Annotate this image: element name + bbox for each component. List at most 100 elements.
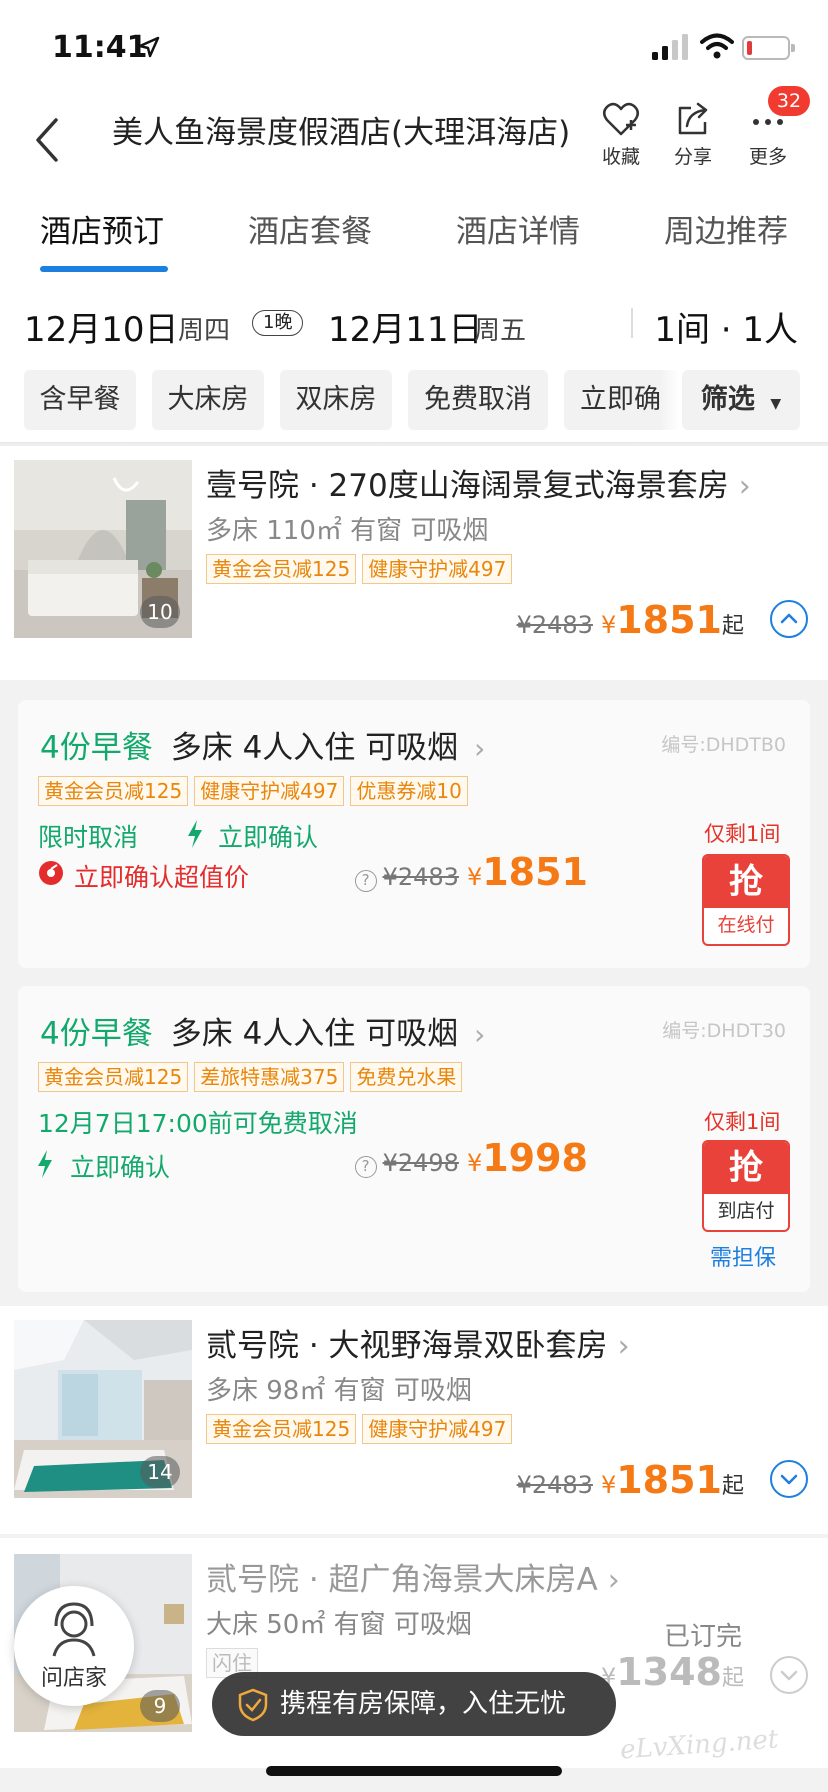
tab-hotel-details[interactable]: 酒店详情 xyxy=(456,206,580,251)
room-photo[interactable]: 14 xyxy=(14,1320,192,1498)
currency-symbol: ¥ xyxy=(466,1149,483,1177)
filter-twin-bed[interactable]: 双床房 xyxy=(280,370,392,430)
filter-free-cancel[interactable]: 免费取消 xyxy=(408,370,548,430)
rooms-left: 仅剩1间 xyxy=(704,1110,781,1134)
page-title: 美人鱼海景度假酒店(大理洱海店) xyxy=(112,115,571,151)
filter-breakfast[interactable]: 含早餐 xyxy=(24,370,136,430)
price-suffix: 起 xyxy=(721,1474,744,1499)
room-photo[interactable]: 10 xyxy=(14,460,192,638)
package-title: 4份早餐 多床 4人入住 可吸烟 › xyxy=(40,722,485,767)
tab-hotel-package[interactable]: 酒店套餐 xyxy=(248,206,372,251)
payment-type: 在线付 xyxy=(717,914,775,936)
share-icon xyxy=(678,102,708,135)
room-card[interactable]: 14 贰号院 · 大视野海景双卧套房 › 多床 98㎡ 有窗 可吸烟 黄金会员减1… xyxy=(0,1306,828,1534)
current-price: 1851 xyxy=(482,850,588,894)
rooms-guests-selector[interactable]: 1间 · 1人 xyxy=(654,302,798,351)
book-button[interactable]: 抢 到店付 xyxy=(702,1140,790,1232)
expand-button[interactable] xyxy=(770,1460,808,1498)
chevron-down-icon xyxy=(780,1670,798,1681)
book-button[interactable]: 抢 在线付 xyxy=(702,854,790,946)
help-icon: ? xyxy=(354,869,377,892)
promo-tag: 黄金会员减125 xyxy=(206,554,357,584)
package-title: 4份早餐 多床 4人入住 可吸烟 › xyxy=(40,1008,485,1053)
promo-tag: 健康守护减497 xyxy=(362,1414,513,1444)
price-suffix: 起 xyxy=(721,614,744,639)
package-card[interactable]: 4份早餐 多床 4人入住 可吸烟 › 编号:DHDT30 黄金会员减125 差旅特惠减… xyxy=(18,986,810,1292)
book-button-label: 抢 xyxy=(704,856,788,908)
collapse-button[interactable] xyxy=(770,600,808,638)
back-chevron-icon[interactable] xyxy=(30,112,70,168)
photo-count: 10 xyxy=(140,596,180,628)
rooms-left: 仅剩1间 xyxy=(704,822,781,846)
chevron-right-icon: › xyxy=(607,1563,620,1598)
room-name-row: 贰号院 · 大视野海景双卧套房 › xyxy=(206,1320,630,1365)
active-tab-indicator xyxy=(40,266,168,272)
shield-check-icon xyxy=(238,1688,268,1722)
date-selector[interactable]: 12月10日 周四 1晚 12月11日 周五 1间 · 1人 xyxy=(0,280,828,370)
cancel-policy: 限时取消 xyxy=(38,823,139,852)
expand-button[interactable] xyxy=(770,1656,808,1694)
chevron-right-icon: › xyxy=(474,1018,486,1051)
currency-symbol: ¥ xyxy=(600,1471,617,1499)
nights-badge: 1晚 xyxy=(252,310,304,336)
signal-icon xyxy=(652,34,688,60)
promo-tag: 黄金会员减125 xyxy=(206,1414,357,1444)
tab-nearby[interactable]: 周边推荐 xyxy=(664,206,788,251)
checkout-weekday: 周五 xyxy=(474,316,527,346)
chip-fade xyxy=(660,370,680,430)
promo-tag: 黄金会员减125 xyxy=(38,1062,189,1092)
favorite-button[interactable]: 收藏 xyxy=(586,100,656,169)
filter-button[interactable]: 筛选 ▼ xyxy=(682,370,800,430)
room-name: 壹号院 · 270度山海阔景复式海景套房 xyxy=(206,468,729,504)
promo-tag: 差旅特惠减375 xyxy=(194,1062,345,1092)
book-button-label: 抢 xyxy=(704,1142,788,1194)
tab-hotel-booking[interactable]: 酒店预订 xyxy=(40,206,164,251)
room-card[interactable]: 10 壹号院 · 270度山海阔景复式海景套房 › 多床 110㎡ 有窗 可吸烟 … xyxy=(0,446,828,680)
status-time: 11:41 xyxy=(52,30,148,65)
price-row: ¥1348起 xyxy=(593,1650,744,1694)
ask-host-button[interactable]: 问店家 xyxy=(14,1586,134,1706)
lightning-icon xyxy=(186,820,204,852)
wifi-icon xyxy=(700,33,734,59)
heart-plus-icon xyxy=(603,102,639,136)
chevron-right-icon: › xyxy=(617,1329,630,1364)
room-spec: 大床 50㎡ 有窗 可吸烟 xyxy=(206,1610,472,1640)
location-arrow-icon xyxy=(138,36,160,58)
price-row: ¥2483 ¥1851起 xyxy=(517,598,744,642)
breakfast-label: 4份早餐 xyxy=(40,1016,153,1052)
divider xyxy=(631,308,633,338)
lightning-icon xyxy=(36,1150,54,1182)
package-detail: 多床 4人入住 可吸烟 xyxy=(170,730,459,766)
package-code: 编号:DHDTB0 xyxy=(661,734,786,756)
checkin-date[interactable]: 12月10日 xyxy=(24,302,179,351)
quick-filters: 含早餐 大床房 双床房 免费取消 立即确 筛选 ▼ xyxy=(0,370,828,444)
tag-icon xyxy=(38,860,64,890)
current-price: 1851 xyxy=(616,598,722,642)
guarantee-required[interactable]: 需担保 xyxy=(710,1240,776,1272)
cancel-policy: 12月7日17:00前可免费取消 xyxy=(38,1109,358,1138)
current-price: 1348 xyxy=(616,1650,722,1694)
guarantee-toast: 携程有房保障，入住无忧 xyxy=(212,1672,616,1736)
chevron-right-icon: › xyxy=(738,469,751,504)
package-card[interactable]: 4份早餐 多床 4人入住 可吸烟 › 编号:DHDTB0 黄金会员减125 健康守护减… xyxy=(18,700,810,968)
more-label: 更多 xyxy=(748,146,787,168)
promo-tag: 免费兑水果 xyxy=(350,1062,463,1092)
caret-down-icon: ▼ xyxy=(770,396,782,412)
share-button[interactable]: 分享 xyxy=(658,100,728,169)
chevron-up-icon xyxy=(780,613,798,624)
original-price: ¥2483 xyxy=(516,611,593,639)
filter-button-label: 筛选 xyxy=(700,384,755,415)
instant-confirm: 立即确认 xyxy=(70,1153,171,1182)
promo-tag: 优惠券减10 xyxy=(350,776,468,806)
help-icon: ? xyxy=(354,1155,377,1178)
notification-badge: 32 xyxy=(768,86,810,116)
price-suffix: 起 xyxy=(721,1666,744,1691)
promo-tag: 健康守护减497 xyxy=(194,776,345,806)
filter-king-bed[interactable]: 大床房 xyxy=(152,370,264,430)
promo-tags: 黄金会员减125 健康守护减497 xyxy=(206,554,518,584)
chevron-right-icon: › xyxy=(474,732,486,765)
checkout-date[interactable]: 12月11日 xyxy=(328,302,483,351)
share-label: 分享 xyxy=(673,146,712,168)
battery-icon xyxy=(742,36,795,60)
original-price: ¥2498 xyxy=(382,1149,459,1177)
